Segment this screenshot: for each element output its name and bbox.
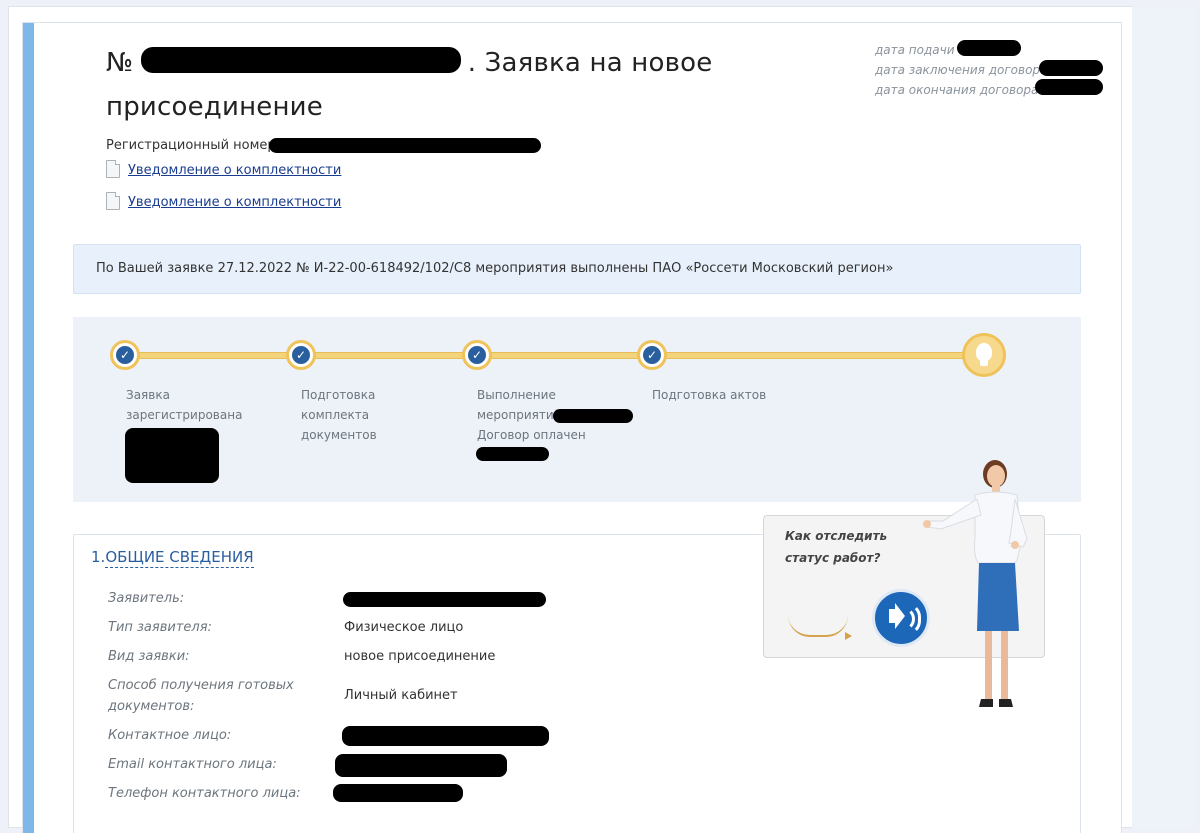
applicant-type-value: Физическое лицо	[344, 620, 464, 635]
contact-phone-label: Телефон контактного лица:	[108, 786, 301, 801]
card-accent-bar	[23, 23, 34, 833]
step-done-icon: ✓	[462, 340, 492, 370]
redacted-title-number	[141, 47, 461, 73]
assistant-figure	[923, 460, 1028, 707]
section-title[interactable]: 1.ОБЩИЕ СВЕДЕНИЯ	[91, 548, 254, 568]
step-done-icon: ✓	[110, 340, 140, 370]
redacted-contract-date	[1039, 60, 1103, 76]
step-label-documents: Подготовка комплекта документов	[301, 388, 377, 442]
contract-date-label: дата заключения договора	[875, 63, 1048, 77]
redacted-submit-date	[957, 40, 1021, 56]
request-type-label: Вид заявки:	[108, 649, 190, 664]
title-number-sign: №	[106, 48, 134, 78]
applicant-label: Заявитель:	[108, 591, 185, 606]
document-link[interactable]: Уведомление о комплектности	[106, 192, 341, 210]
redacted-contract-end-date	[1035, 79, 1103, 95]
step-label-registered: Заявка зарегистрирована	[126, 388, 243, 422]
redacted-contact-email	[335, 754, 507, 777]
document-icon	[106, 160, 120, 178]
document-link[interactable]: Уведомление о комплектности	[106, 160, 341, 178]
help-text: Как отследить статус работ?	[785, 529, 888, 565]
application-card: № . Заявка на новое присоединение дата п…	[22, 22, 1122, 833]
request-type-value: новое присоединение	[344, 649, 496, 664]
redacted-step-date	[125, 428, 219, 483]
right-side-panel	[1132, 6, 1194, 828]
step-done-icon: ✓	[637, 340, 667, 370]
lightbulb-icon	[962, 333, 1006, 377]
step-done-icon: ✓	[286, 340, 316, 370]
contact-email-label: Email контактного лица:	[108, 757, 277, 772]
delivery-method-label: Способ получения готовых документов:	[108, 678, 294, 714]
step-label-acts: Подготовка актов	[652, 388, 767, 402]
applicant-type-label: Тип заявителя:	[108, 620, 212, 635]
document-icon	[106, 192, 120, 210]
contact-person-label: Контактное лицо:	[108, 728, 232, 743]
redacted-step-date	[553, 409, 633, 423]
contract-end-date-label: дата окончания договора	[875, 83, 1039, 97]
redacted-contact-phone	[333, 784, 463, 802]
delivery-method-value: Личный кабинет	[344, 688, 458, 703]
redacted-applicant	[343, 592, 546, 607]
speaker-icon[interactable]	[872, 589, 930, 647]
redacted-step-date	[476, 447, 549, 461]
redacted-registration-number	[269, 138, 541, 153]
registration-number-label: Регистрационный номер	[106, 138, 276, 153]
status-notice: По Вашей заявке 27.12.2022 № И-22-00-618…	[73, 244, 1081, 294]
redacted-contact-person	[342, 726, 549, 746]
arrow-icon	[788, 615, 852, 640]
progress-line	[125, 352, 985, 359]
